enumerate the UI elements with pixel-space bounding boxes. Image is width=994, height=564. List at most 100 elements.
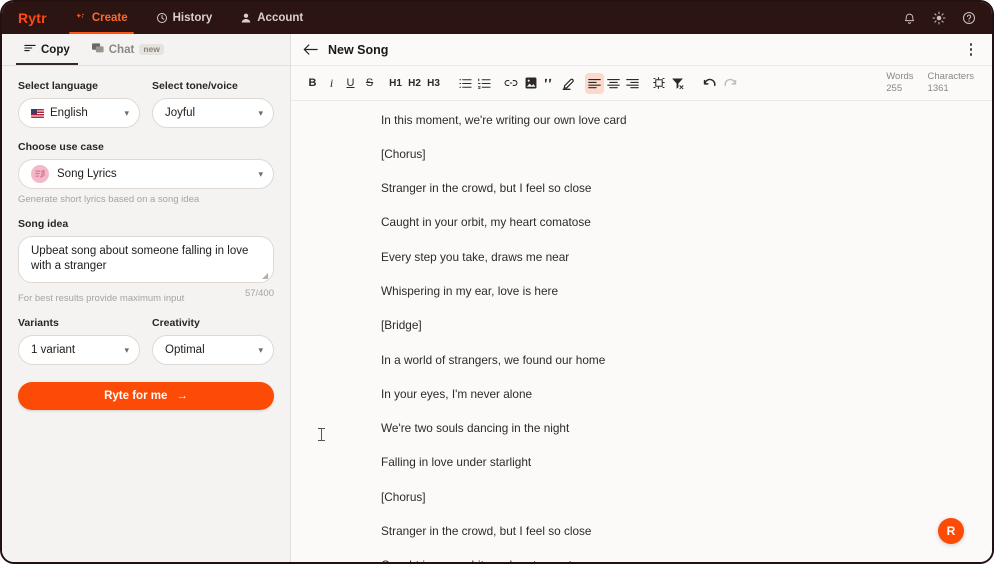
formatting-toolbar: B i U S H1 H2 H3 Words 255 Characters 13…: [291, 66, 992, 101]
word-count-value: 255: [886, 83, 903, 94]
document-stats: Words 255 Characters 1361: [886, 71, 978, 95]
heading-3-button[interactable]: H3: [424, 73, 443, 94]
code-block-icon[interactable]: [649, 73, 668, 94]
app-window: Rytr Create History Account Copy Chat ne…: [0, 0, 994, 564]
sun-icon[interactable]: [932, 11, 946, 25]
lines-icon: [24, 43, 36, 56]
link-icon[interactable]: [501, 73, 521, 94]
panel-tabs: Copy Chat new: [2, 34, 290, 66]
chevron-down-icon: ▾: [258, 344, 263, 355]
ryte-for-me-button[interactable]: Ryte for me →: [18, 382, 274, 411]
bullet-list-icon[interactable]: [456, 73, 475, 94]
image-icon[interactable]: [521, 73, 540, 94]
document-line: We're two souls dancing in the night: [381, 421, 570, 436]
variants-select[interactable]: 1 variant ▾: [18, 335, 140, 366]
song-lyrics-icon: [31, 165, 49, 183]
strikethrough-button[interactable]: S: [360, 73, 379, 94]
document-line: Falling in love under starlight: [381, 455, 532, 470]
tab-copy-label: Copy: [41, 43, 70, 56]
chevron-down-icon: ▾: [258, 168, 263, 179]
creativity-field: Creativity Optimal ▾: [152, 317, 274, 366]
chevron-down-icon: ▾: [124, 344, 129, 355]
highlighter-icon[interactable]: [559, 73, 578, 94]
variants-creativity-row: Variants 1 variant ▾ Creativity Optimal …: [18, 317, 274, 366]
redo-icon[interactable]: [720, 73, 740, 94]
ryte-for-me-label: Ryte for me: [104, 390, 168, 403]
document-line: Stranger in the crowd, but I feel so clo…: [381, 524, 592, 539]
language-field: Select language English ▾: [18, 80, 140, 128]
numbered-list-icon[interactable]: [475, 73, 494, 94]
arrow-left-icon[interactable]: [303, 43, 318, 56]
creativity-select[interactable]: Optimal ▾: [152, 335, 274, 366]
song-idea-hint: For best results provide maximum input: [18, 293, 185, 305]
variants-label: Variants: [18, 317, 59, 330]
align-right-icon[interactable]: [623, 73, 642, 94]
italic-button[interactable]: i: [322, 73, 341, 94]
bell-icon[interactable]: [903, 12, 916, 25]
variants-value: 1 variant: [31, 344, 76, 357]
us-flag-icon: [31, 108, 44, 118]
heading-2-button[interactable]: H2: [405, 73, 424, 94]
chevron-down-icon: ▾: [124, 107, 129, 118]
use-case-label: Choose use case: [18, 141, 104, 153]
language-tone-row: Select language English ▾ Select tone/vo…: [18, 80, 274, 128]
song-idea-label: Song idea: [18, 218, 69, 230]
song-idea-input[interactable]: Upbeat song about someone falling in lov…: [18, 236, 274, 284]
word-count: Words 255: [886, 71, 913, 95]
chat-bubble-icon: [91, 42, 104, 57]
document-line: In your eyes, I'm never alone: [381, 386, 533, 401]
document-line: Stranger in the crowd, but I feel so clo…: [381, 181, 592, 196]
document-line: Whispering in my ear, love is here: [381, 283, 559, 298]
document-line: In a world of strangers, we found our ho…: [381, 352, 606, 367]
undo-icon[interactable]: [700, 73, 720, 94]
quote-icon[interactable]: [540, 73, 559, 94]
song-idea-counter: 57/400: [244, 288, 274, 300]
song-idea-field: Song idea Upbeat song about someone fall…: [18, 218, 274, 304]
tab-copy[interactable]: Copy: [16, 34, 78, 65]
top-navbar: Rytr Create History Account: [2, 2, 992, 34]
document-line: [Bridge]: [381, 318, 422, 333]
document-line: Caught in your orbit, my heart comatose: [381, 555, 992, 562]
document-header: New Song: [291, 34, 992, 66]
song-idea-meta: For best results provide maximum input 5…: [18, 288, 274, 304]
tab-chat[interactable]: Chat new: [84, 34, 172, 65]
bold-button[interactable]: B: [303, 73, 322, 94]
nav-label-create: Create: [91, 12, 128, 24]
character-count: Characters 1361: [928, 71, 974, 95]
brand-logo[interactable]: Rytr: [14, 2, 61, 34]
kebab-menu-icon[interactable]: [966, 39, 977, 60]
rytr-assistant-icon[interactable]: R: [938, 518, 964, 544]
use-case-value: Song Lyrics: [57, 168, 117, 180]
left-panel: Copy Chat new Select language English ▾ …: [2, 34, 291, 562]
word-count-label: Words: [886, 71, 914, 83]
nav-item-history[interactable]: History: [142, 2, 227, 34]
arrow-right-icon: →: [176, 390, 188, 403]
document-scroll-area[interactable]: In this moment, we're writing our own lo…: [291, 101, 992, 562]
clear-format-icon[interactable]: [668, 73, 687, 94]
tone-select[interactable]: Joyful ▾: [152, 98, 274, 128]
creativity-label: Creativity: [152, 317, 200, 330]
help-icon[interactable]: [962, 11, 976, 25]
generation-form: Select language English ▾ Select tone/vo…: [2, 66, 290, 411]
tone-label: Select tone/voice: [152, 80, 238, 92]
document-content[interactable]: In this moment, we're writing our own lo…: [291, 101, 992, 562]
song-idea-value: Upbeat song about someone falling in lov…: [31, 245, 249, 273]
nav-item-account[interactable]: Account: [226, 2, 317, 34]
tone-value: Joyful: [165, 107, 196, 119]
resize-handle-icon[interactable]: ◢: [262, 272, 270, 280]
document-line: In this moment, we're writing our own lo…: [381, 112, 627, 127]
heading-1-button[interactable]: H1: [386, 73, 405, 94]
creativity-value: Optimal: [165, 344, 205, 357]
document-line: Caught in your orbit, my heart comatose: [381, 215, 591, 230]
editor-panel: New Song B i U S H1 H2 H3 Words 255 Char…: [291, 34, 992, 562]
use-case-select[interactable]: Song Lyrics ▾: [18, 159, 274, 189]
tab-chat-label: Chat: [108, 43, 135, 56]
language-select[interactable]: English ▾: [18, 98, 140, 128]
align-left-icon[interactable]: [585, 72, 604, 94]
underline-button[interactable]: U: [341, 73, 360, 94]
align-center-icon[interactable]: [604, 73, 623, 94]
sparkle-icon: [75, 12, 87, 24]
nav-item-create[interactable]: Create: [61, 2, 142, 34]
document-line: [Chorus]: [381, 146, 426, 161]
document-line: [Chorus]: [381, 489, 426, 504]
